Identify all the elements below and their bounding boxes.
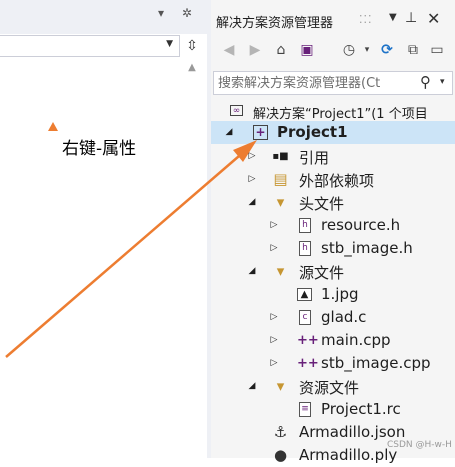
more-icon[interactable]: ▭ (427, 40, 447, 60)
image-file-icon: ▲ (297, 288, 312, 301)
editor-tab-controls: ▾ ✲ (158, 6, 192, 20)
expand-arrow-icon[interactable]: ▷ (268, 241, 280, 255)
cursor-marker-icon (48, 122, 58, 131)
json-file-icon: ⚓ (273, 423, 288, 441)
sync-icon[interactable]: ⟳ (377, 40, 397, 60)
collapse-arrow-icon[interactable]: ◢ (223, 125, 235, 139)
tree-item-label: Project1.rc (321, 400, 401, 418)
close-icon[interactable]: ✕ (427, 9, 440, 28)
tree-item-references[interactable]: ▷ ▪■ 引用 (211, 145, 455, 168)
filter-folder-icon: ▾ (276, 193, 285, 211)
search-box: ⚲ ▾ (213, 71, 453, 95)
chevron-down-icon: ▼ (166, 39, 173, 49)
search-input[interactable] (218, 73, 414, 93)
dropdown-caret-icon[interactable]: ▾ (158, 6, 164, 20)
solution-tree: ∞ 解决方案“Project1”(1 个项目 ◢ + Project1 ▷ ▪■… (211, 100, 455, 464)
expand-arrow-icon[interactable]: ▷ (246, 149, 258, 163)
filter-folder-icon: ▾ (276, 262, 285, 280)
split-window-icon[interactable]: ⇳ (182, 37, 202, 55)
expand-arrow-icon[interactable]: ▷ (246, 172, 258, 186)
references-icon: ▪■ (272, 151, 289, 162)
annotation-text: 右键-属性 (62, 139, 137, 159)
tree-item-source-files[interactable]: ◢ ▾ 源文件 (211, 260, 455, 283)
collapse-all-icon[interactable]: ⧉ (403, 40, 423, 60)
member-dropdown[interactable]: ▼ (0, 35, 180, 57)
tree-item-main-cpp[interactable]: ▷ ++ main.cpp (211, 329, 455, 352)
panel-title: 解决方案资源管理器 (216, 16, 334, 31)
home-icon[interactable]: ⌂ (271, 40, 291, 60)
expand-arrow-icon[interactable]: ▷ (268, 218, 280, 232)
tree-item-project1-rc[interactable]: ≡ Project1.rc (211, 398, 455, 421)
header-file-icon: h (299, 241, 311, 256)
search-icon[interactable]: ⚲ (420, 73, 431, 91)
tree-item-external-deps[interactable]: ▷ ▤ 外部依赖项 (211, 168, 455, 191)
vs-switch-icon[interactable]: ▣ (297, 40, 317, 60)
expand-arrow-icon[interactable]: ▷ (268, 333, 280, 347)
panel-title-bar: 解决方案资源管理器 ⁚⁚⁚ ▼ ⊥ ✕ (211, 8, 455, 32)
project-icon: + (253, 125, 268, 140)
drag-grip-icon[interactable]: ⁚⁚⁚ (359, 13, 373, 26)
tree-item-stb-image-cpp[interactable]: ▷ ++ stb_image.cpp (211, 352, 455, 375)
tree-item-label: Armadillo.ply (299, 446, 398, 464)
tree-item-solution[interactable]: ∞ 解决方案“Project1”(1 个项目 (211, 100, 455, 123)
tree-item-label: 1.jpg (321, 285, 359, 303)
ply-file-icon: ● (273, 446, 288, 464)
editor-area (0, 0, 207, 458)
tree-item-label: Armadillo.json (299, 423, 406, 441)
tree-item-label: 资源文件 (299, 379, 360, 397)
expand-arrow-icon[interactable]: ▷ (268, 356, 280, 370)
solution-explorer-panel: 解决方案资源管理器 ⁚⁚⁚ ▼ ⊥ ✕ ◀ ▶ ⌂ ▣ ◷ ▾ ⟳ ⧉ ▭ ⚲ … (211, 0, 455, 464)
gear-icon[interactable]: ✲ (182, 6, 192, 20)
tree-item-label: main.cpp (321, 331, 391, 349)
tree-item-project[interactable]: ◢ + Project1 (211, 121, 455, 144)
header-file-icon: h (299, 218, 311, 233)
tree-item-label: stb_image.cpp (321, 354, 431, 372)
tree-item-label: 外部依赖项 (299, 172, 375, 190)
tree-item-resource-files[interactable]: ◢ ▾ 资源文件 (211, 375, 455, 398)
tree-item-header-files[interactable]: ◢ ▾ 头文件 (211, 191, 455, 214)
watermark: CSDN @H-w-H (387, 440, 452, 450)
solution-toolbar: ◀ ▶ ⌂ ▣ ◷ ▾ ⟳ ⧉ ▭ (211, 36, 455, 66)
window-menu-icon[interactable]: ▼ (389, 12, 397, 23)
collapse-arrow-icon[interactable]: ◢ (246, 264, 258, 278)
forward-icon[interactable]: ▶ (245, 40, 265, 60)
cpp-file-icon: ++ (297, 356, 319, 371)
tree-item-label: resource.h (321, 216, 401, 234)
external-deps-icon: ▤ (273, 170, 288, 188)
cpp-file-icon: ++ (297, 333, 319, 348)
expand-arrow-icon[interactable]: ▷ (268, 310, 280, 324)
tree-item-resource-h[interactable]: ▷ h resource.h (211, 214, 455, 237)
history-icon[interactable]: ◷ (339, 40, 359, 60)
scroll-up-icon[interactable]: ▲ (182, 62, 202, 78)
tree-item-glad-c[interactable]: ▷ c glad.c (211, 306, 455, 329)
tree-item-label: 引用 (299, 149, 330, 167)
tree-item-label: 源文件 (299, 264, 345, 282)
tree-item-label: Project1 (277, 123, 348, 141)
pin-icon[interactable]: ⊥ (405, 10, 417, 26)
c-file-icon: c (299, 310, 311, 325)
tree-item-1-jpg[interactable]: ▲ 1.jpg (211, 283, 455, 306)
tree-item-label: 头文件 (299, 195, 345, 213)
tree-item-label: stb_image.h (321, 239, 413, 257)
collapse-arrow-icon[interactable]: ◢ (246, 195, 258, 209)
tree-item-label: glad.c (321, 308, 367, 326)
back-icon[interactable]: ◀ (219, 40, 239, 60)
solution-icon: ∞ (230, 105, 243, 116)
collapse-arrow-icon[interactable]: ◢ (246, 379, 258, 393)
tree-item-label: 解决方案“Project1”(1 个项目 (253, 107, 428, 122)
filter-folder-icon: ▾ (276, 377, 285, 395)
tree-item-stb-image-h[interactable]: ▷ h stb_image.h (211, 237, 455, 260)
rc-file-icon: ≡ (299, 402, 311, 417)
chevron-down-icon[interactable]: ▾ (440, 77, 445, 87)
chevron-down-icon[interactable]: ▾ (357, 40, 377, 60)
